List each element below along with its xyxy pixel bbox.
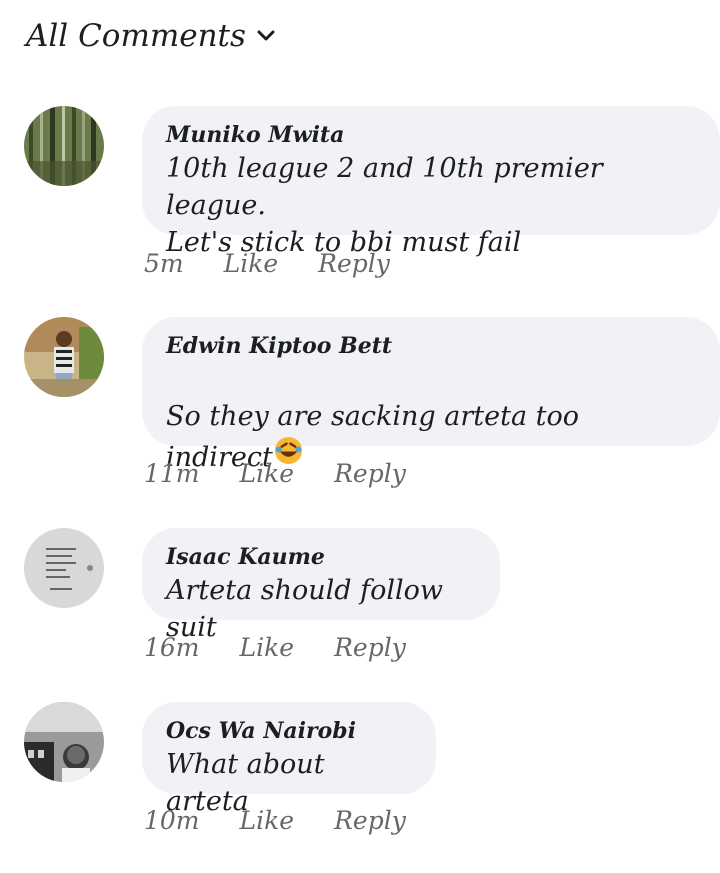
comment-time: 16m — [144, 633, 200, 662]
reply-button[interactable]: Reply — [334, 459, 406, 488]
comments-filter-label: All Comments — [26, 18, 246, 54]
comment-text: 10th league 2 and 10th premier league. L… — [166, 153, 603, 258]
comment-author[interactable]: Muniko Mwita — [166, 120, 694, 150]
avatar[interactable] — [24, 317, 104, 397]
chevron-down-icon — [257, 30, 275, 41]
avatar[interactable] — [24, 528, 104, 608]
comment-bubble: Muniko Mwita 10th league 2 and 10th prem… — [142, 106, 720, 258]
comment-author[interactable]: Isaac Kaume — [166, 542, 474, 572]
comment-time: 11m — [144, 459, 200, 488]
comment-actions: 5m Like Reply — [144, 249, 390, 278]
comment-bubble: Isaac Kaume Arteta should follow suit — [142, 528, 500, 643]
reply-button[interactable]: Reply — [318, 249, 390, 278]
avatar[interactable] — [24, 106, 104, 186]
comment-author[interactable]: Ocs Wa Nairobi — [166, 716, 410, 746]
comment-actions: 10m Like Reply — [144, 806, 406, 835]
like-button[interactable]: Like — [240, 633, 295, 662]
like-button[interactable]: Like — [224, 249, 279, 278]
comment-bubble: Edwin Kiptoo Bett So they are sacking ar… — [142, 317, 720, 584]
comment-time: 10m — [144, 806, 200, 835]
avatar[interactable] — [24, 702, 104, 782]
like-button[interactable]: Like — [240, 459, 295, 488]
comments-filter[interactable]: All Comments — [26, 18, 276, 54]
comment-bubble: Ocs Wa Nairobi What about arteta — [142, 702, 436, 817]
reply-button[interactable]: Reply — [334, 806, 406, 835]
like-button[interactable]: Like — [240, 806, 295, 835]
reply-button[interactable]: Reply — [334, 633, 406, 662]
comment-author[interactable]: Edwin Kiptoo Bett — [166, 331, 694, 361]
comment-time: 5m — [144, 249, 184, 278]
comment-actions: 11m Like Reply — [144, 459, 406, 488]
comment-actions: 16m Like Reply — [144, 633, 406, 662]
